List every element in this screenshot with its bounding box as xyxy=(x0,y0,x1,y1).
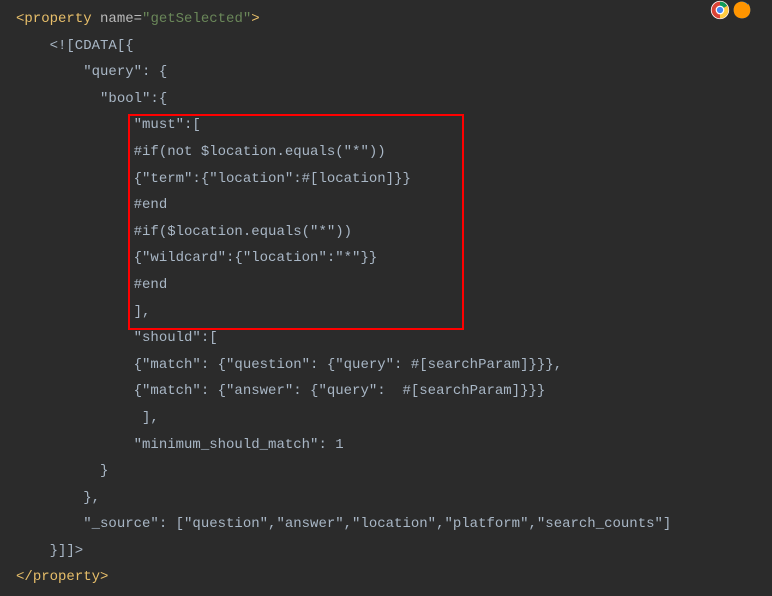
code-line: "query": { xyxy=(16,59,772,86)
code-line: }, xyxy=(16,485,772,512)
highlight-box xyxy=(128,114,464,330)
code-line: "minimum_should_match": 1 xyxy=(16,432,772,459)
code-line: } xyxy=(16,458,772,485)
tag: property xyxy=(24,6,91,33)
bracket: </ xyxy=(16,564,33,591)
code-line: {"match": {"question": {"query": #[searc… xyxy=(16,352,772,379)
bracket: > xyxy=(100,564,108,591)
attr: name xyxy=(100,6,134,33)
bracket: < xyxy=(16,6,24,33)
code-line: </property> xyxy=(16,564,772,591)
code-line: <![CDATA[{ xyxy=(16,33,772,60)
tag: property xyxy=(33,564,100,591)
code-line: }]]> xyxy=(16,538,772,565)
attr-value: "getSelected" xyxy=(142,6,251,33)
code-line: "bool":{ xyxy=(16,86,772,113)
code-line: <property name="getSelected"> xyxy=(16,6,772,33)
code-line: {"match": {"answer": {"query": #[searchP… xyxy=(16,378,772,405)
code-line: ], xyxy=(16,405,772,432)
code-line: "_source": ["question","answer","locatio… xyxy=(16,511,772,538)
bracket: > xyxy=(251,6,259,33)
